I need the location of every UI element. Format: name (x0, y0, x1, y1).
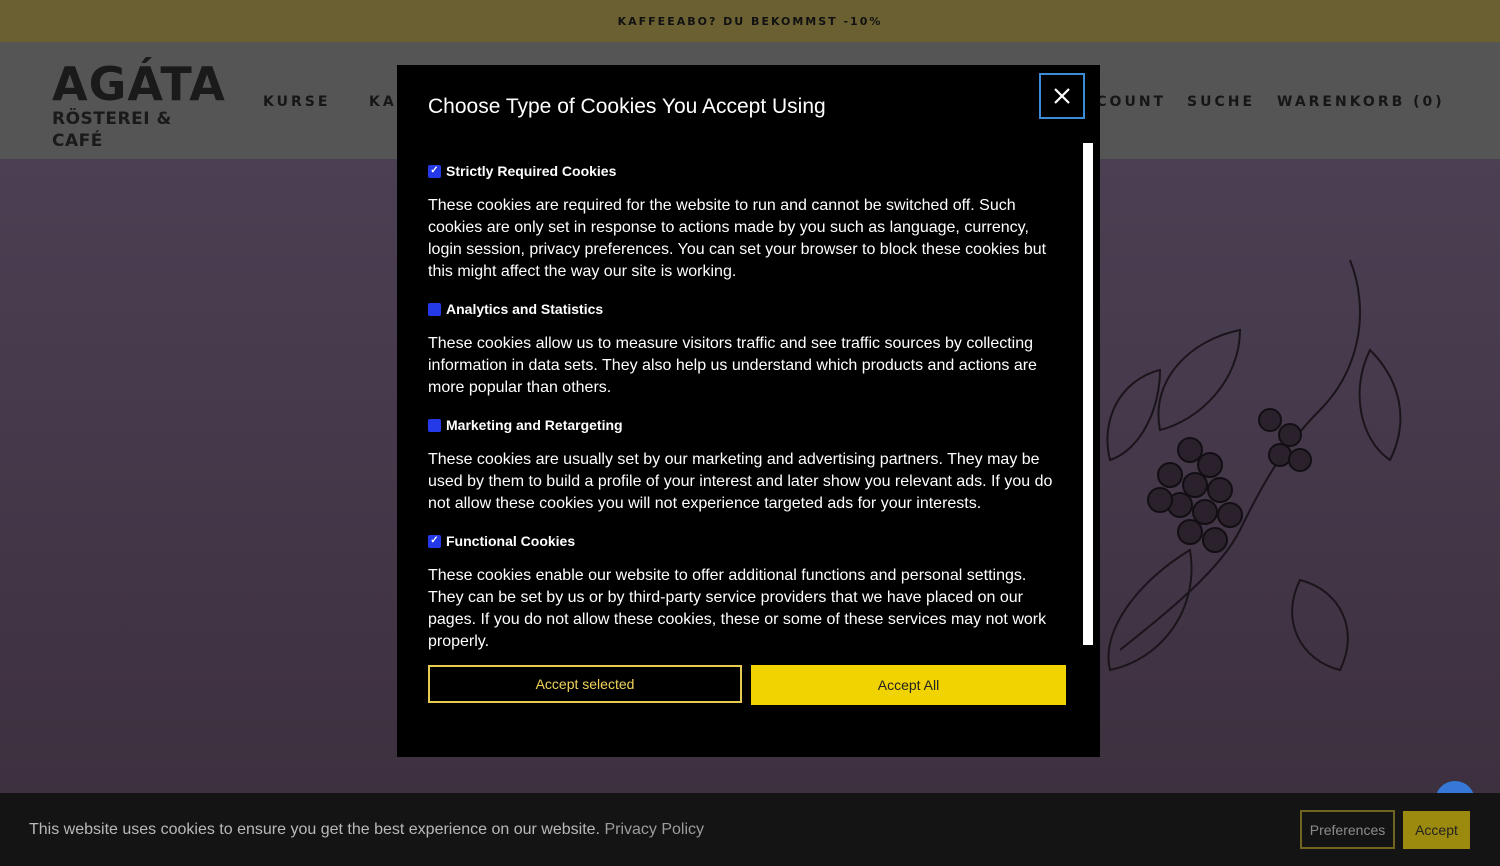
accept-all-button[interactable]: Accept All (751, 665, 1066, 705)
logo-line-1: AGÁTA (52, 57, 226, 111)
section-description: These cookies are required for the websi… (428, 197, 1047, 280)
privacy-policy-link[interactable]: Privacy Policy (604, 821, 704, 838)
section-description: These cookies allow us to measure visito… (428, 335, 1037, 396)
cookie-banner: This website uses cookies to ensure you … (0, 793, 1500, 866)
section-description: These cookies enable our website to offe… (428, 567, 1047, 650)
logo[interactable]: AGÁTA RÖSTEREI & CAFÉ (52, 57, 226, 151)
announcement-text: KAFFEEABO? DU BEKOMMST -10% (617, 14, 883, 28)
cookie-options-list[interactable]: ✓ Strictly Required Cookies These cookie… (428, 153, 1078, 709)
section-label: Analytics and Statistics (446, 301, 604, 317)
scrollbar[interactable] (1083, 143, 1093, 645)
cookie-section-analytics: Analytics and Statistics These cookies a… (428, 301, 1078, 399)
nav-suche[interactable]: SUCHE (1187, 94, 1255, 110)
required-checkbox[interactable]: ✓ (428, 164, 441, 178)
analytics-checkbox[interactable] (428, 302, 441, 316)
cookie-message: This website uses cookies to ensure you … (29, 821, 600, 838)
accept-button[interactable]: Accept (1403, 811, 1470, 849)
modal-title: Choose Type of Cookies You Accept Using (428, 95, 826, 118)
cookie-banner-text: This website uses cookies to ensure you … (29, 821, 704, 839)
section-label: Functional Cookies (446, 533, 576, 549)
accept-selected-button[interactable]: Accept selected (428, 665, 742, 703)
cookie-section-functional: ✓ Functional Cookies These cookies enabl… (428, 533, 1078, 653)
cookie-preferences-modal: Choose Type of Cookies You Accept Using … (397, 65, 1100, 757)
marketing-checkbox[interactable] (428, 418, 441, 432)
nav-warenkorb[interactable]: WARENKORB (0) (1277, 94, 1445, 110)
preferences-button[interactable]: Preferences (1300, 810, 1395, 849)
logo-line-2: RÖSTEREI & CAFÉ (52, 109, 172, 151)
cookie-section-marketing: Marketing and Retargeting These cookies … (428, 417, 1078, 515)
cookie-section-required: ✓ Strictly Required Cookies These cookie… (428, 163, 1078, 283)
nav-ka[interactable]: KA (369, 94, 397, 110)
section-label: Marketing and Retargeting (446, 417, 623, 433)
close-button[interactable] (1039, 73, 1085, 119)
functional-checkbox[interactable]: ✓ (428, 534, 441, 548)
nav-kurse[interactable]: KURSE (263, 94, 330, 110)
announcement-bar: KAFFEEABO? DU BEKOMMST -10% (0, 0, 1500, 42)
section-label: Strictly Required Cookies (446, 163, 617, 179)
section-description: These cookies are usually set by our mar… (428, 451, 1053, 512)
close-icon (1054, 88, 1070, 104)
